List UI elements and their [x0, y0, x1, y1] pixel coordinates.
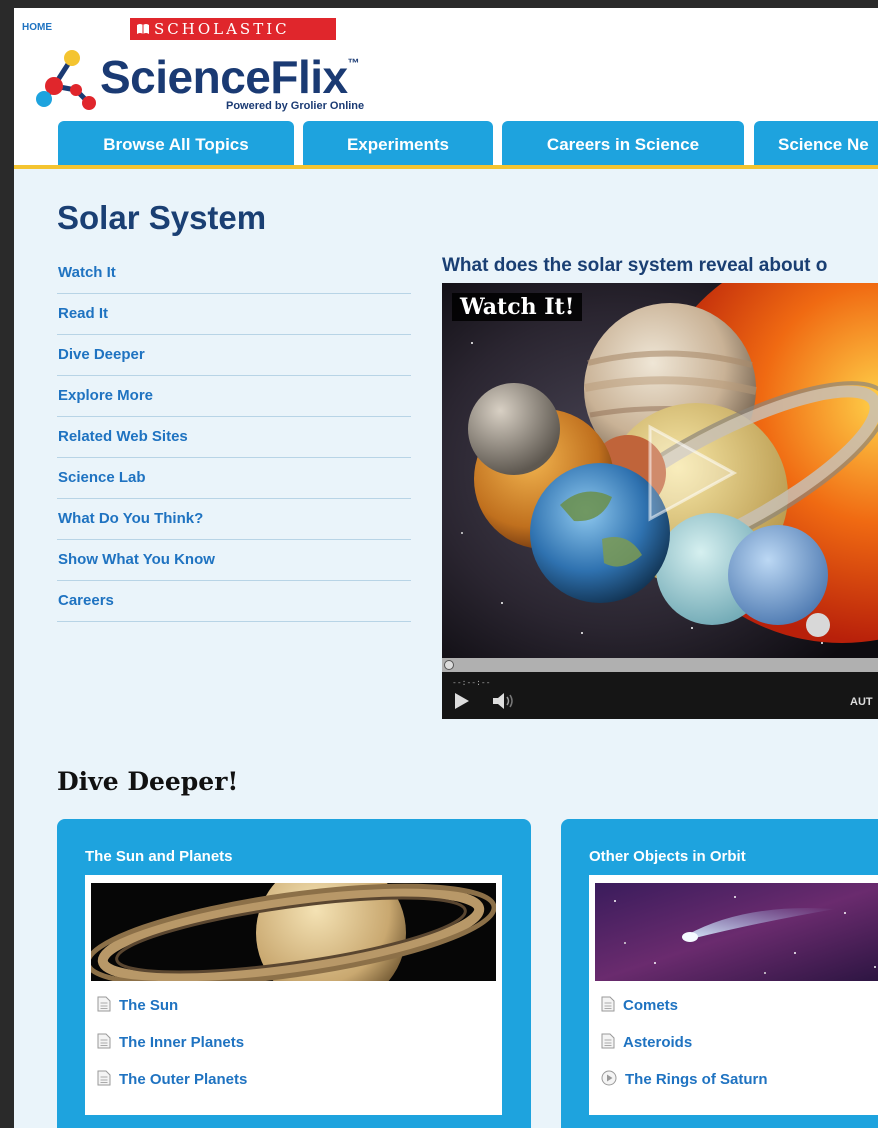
- link-the-inner-planets[interactable]: The Inner Planets: [97, 1024, 247, 1061]
- topic-sidebar: Watch It Read It Dive Deeper Explore Mor…: [57, 253, 411, 622]
- tab-experiments[interactable]: Experiments: [303, 121, 493, 165]
- card-link-list: Comets Asteroids The Rings of Saturn: [601, 987, 768, 1098]
- sidebar-item-read-it[interactable]: Read It: [57, 294, 411, 335]
- sidebar-item-careers[interactable]: Careers: [57, 581, 411, 622]
- home-link[interactable]: HOME: [22, 22, 52, 33]
- scholastic-logo[interactable]: SCHOLASTIC: [130, 18, 336, 40]
- molecule-logo-icon[interactable]: [32, 46, 98, 112]
- dive-deeper-heading: Dive Deeper!: [57, 767, 239, 796]
- document-icon: [97, 1070, 111, 1086]
- document-icon: [601, 1033, 615, 1049]
- sidebar-item-science-lab[interactable]: Science Lab: [57, 458, 411, 499]
- tab-science-news[interactable]: Science Ne: [754, 121, 878, 165]
- publisher-name: SCHOLASTIC: [154, 20, 290, 38]
- link-label: Comets: [623, 997, 679, 1014]
- document-icon: [601, 996, 615, 1012]
- sidebar-item-related-web-sites[interactable]: Related Web Sites: [57, 417, 411, 458]
- page-title: Solar System: [57, 199, 267, 236]
- link-the-rings-of-saturn[interactable]: The Rings of Saturn: [601, 1061, 768, 1098]
- link-the-outer-planets[interactable]: The Outer Planets: [97, 1061, 247, 1098]
- volume-icon[interactable]: [492, 691, 518, 711]
- card-body: The Sun The Inner Planets The Outer Plan…: [85, 875, 502, 1115]
- play-icon[interactable]: [454, 692, 470, 710]
- link-the-sun[interactable]: The Sun: [97, 987, 247, 1024]
- link-label: The Rings of Saturn: [625, 1071, 768, 1088]
- saturn-image[interactable]: [91, 883, 496, 981]
- link-label: Asteroids: [623, 1034, 693, 1051]
- document-icon: [97, 996, 111, 1012]
- video-player[interactable]: Watch It! --:--:-- AUT: [442, 283, 878, 719]
- watch-it-overlay-label: Watch It!: [452, 293, 583, 321]
- logo-wordmark: ScienceFlix: [100, 51, 348, 103]
- link-label: The Sun: [119, 997, 179, 1014]
- card-body: Comets Asteroids The Rings of Saturn: [589, 875, 878, 1115]
- play-overlay-icon[interactable]: [642, 423, 742, 523]
- document-icon: [97, 1033, 111, 1049]
- card-title: Other Objects in Orbit: [589, 848, 746, 865]
- sidebar-item-dive-deeper[interactable]: Dive Deeper: [57, 335, 411, 376]
- card-sun-and-planets: The Sun and Planets The Sun The Inner Pl…: [57, 819, 531, 1128]
- tab-browse-all-topics[interactable]: Browse All Topics: [58, 121, 294, 165]
- link-label: The Inner Planets: [119, 1034, 245, 1051]
- site-header: HOME SCHOLASTIC ScienceFlix™ Powered by …: [14, 8, 878, 173]
- card-title: The Sun and Planets: [85, 848, 233, 865]
- tab-careers-in-science[interactable]: Careers in Science: [502, 121, 744, 165]
- progress-handle[interactable]: [444, 660, 454, 670]
- sidebar-item-explore-more[interactable]: Explore More: [57, 376, 411, 417]
- sidebar-item-watch-it[interactable]: Watch It: [57, 253, 411, 294]
- link-comets[interactable]: Comets: [601, 987, 768, 1024]
- video-controls: --:--:-- AUT: [442, 672, 878, 719]
- main-content: Solar System Watch It Read It Dive Deepe…: [14, 169, 878, 1128]
- trademark-symbol: ™: [347, 56, 360, 70]
- card-link-list: The Sun The Inner Planets The Outer Plan…: [97, 987, 247, 1098]
- comet-image[interactable]: [595, 883, 878, 981]
- book-icon: [137, 24, 149, 34]
- card-other-objects-in-orbit: Other Objects in Orbit Comets Asteroids …: [561, 819, 878, 1128]
- video-timecode: --:--:--: [452, 678, 491, 687]
- link-label: The Outer Planets: [119, 1071, 248, 1088]
- autoplay-label[interactable]: AUT: [850, 696, 873, 708]
- video-progress-bar[interactable]: [442, 658, 878, 672]
- sidebar-item-show-what-you-know[interactable]: Show What You Know: [57, 540, 411, 581]
- link-asteroids[interactable]: Asteroids: [601, 1024, 768, 1061]
- scienceflix-logo[interactable]: ScienceFlix™: [100, 50, 360, 104]
- sidebar-item-what-do-you-think[interactable]: What Do You Think?: [57, 499, 411, 540]
- powered-by-label: Powered by Grolier Online: [226, 100, 365, 112]
- play-circle-icon: [601, 1070, 617, 1086]
- main-nav: Browse All Topics Experiments Careers in…: [14, 121, 878, 167]
- video-question: What does the solar system reveal about …: [442, 255, 828, 276]
- browser-page: HOME SCHOLASTIC ScienceFlix™ Powered by …: [14, 8, 878, 1128]
